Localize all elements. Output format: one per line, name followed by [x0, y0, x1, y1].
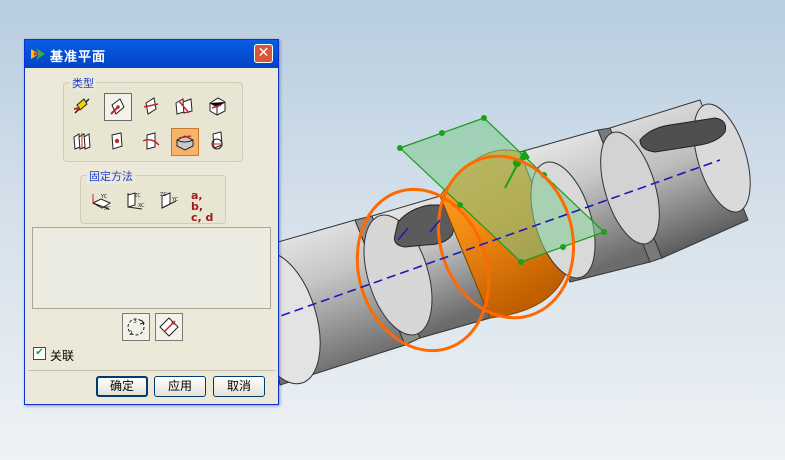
type-on-curve-button[interactable] [138, 128, 166, 156]
dialog-title: 基准平面 [50, 50, 107, 65]
apply-button[interactable]: 应用 [154, 376, 206, 397]
svg-text:YC: YC [100, 194, 108, 200]
close-icon: ✕ [257, 45, 270, 61]
tangent-plane-icon [209, 97, 226, 116]
cycle-solutions-icon: 3 2 [127, 318, 145, 337]
cancel-button[interactable]: 取消 [213, 376, 265, 397]
plane-on-curve-icon [142, 132, 160, 150]
point-direction-plane-icon [110, 98, 125, 115]
type-tangent-face-button[interactable] [171, 128, 199, 156]
nx-logo-icon [31, 48, 45, 60]
plane-at-distance-icon [143, 97, 159, 115]
fixed-yc-xc-button[interactable]: YC XC [87, 188, 115, 216]
svg-text:3: 3 [133, 318, 137, 325]
associative-label: 关联 [50, 349, 75, 363]
inferred-plane-icon [73, 98, 90, 114]
selection-list[interactable] [32, 227, 271, 309]
fixed-method-group: 固定方法 YC XC ZC XC ZC YC a, b, c, d [80, 168, 226, 224]
fixed-zc-xc-button[interactable]: ZC XC [121, 188, 149, 216]
associative-checkbox[interactable]: ✔ [33, 347, 46, 360]
separator [28, 370, 275, 371]
type-through-point-button[interactable] [104, 128, 132, 156]
svg-text:ZC: ZC [134, 193, 141, 199]
close-button[interactable]: ✕ [254, 44, 273, 63]
type-group: 类型 [63, 75, 243, 162]
fixed-zc-yc-button[interactable]: ZC YC [155, 188, 183, 216]
svg-text:ZC: ZC [160, 192, 167, 198]
through-point-plane-icon [111, 132, 123, 150]
type-through-object-button[interactable] [204, 128, 232, 156]
cycle-solutions-button[interactable]: 3 2 [122, 313, 150, 341]
type-inferred-button[interactable] [69, 93, 97, 121]
plane-through-object-icon [211, 131, 223, 150]
type-bisector-button[interactable] [69, 128, 97, 156]
type-tangent-button[interactable] [204, 93, 232, 121]
yc-xc-plane-icon: YC XC [91, 194, 112, 211]
bisector-plane-icon [73, 133, 91, 150]
datum-plane-dialog: 基准平面 ✕ 类型 固定方法 YC XC ZC XC ZC YC a, b, c… [24, 39, 279, 405]
plane-at-angle-icon [175, 98, 193, 115]
ok-button[interactable]: 确定 [96, 376, 148, 397]
fixed-method-group-label: 固定方法 [87, 168, 135, 184]
reverse-normal-icon [159, 317, 179, 337]
svg-text:XC: XC [138, 203, 145, 209]
type-point-direction-button[interactable] [104, 93, 132, 121]
type-group-label: 类型 [70, 75, 96, 91]
type-at-distance-button[interactable] [138, 93, 166, 121]
svg-text:YC: YC [171, 197, 179, 203]
plane-tangent-to-face-icon [176, 135, 194, 151]
dialog-titlebar[interactable]: 基准平面 ✕ [25, 40, 278, 68]
zc-xc-plane-icon: ZC XC [127, 192, 145, 210]
coefficients-plane-icon: a, b, c, d [191, 189, 214, 224]
reverse-normal-button[interactable] [155, 313, 183, 341]
type-at-angle-button[interactable] [171, 93, 199, 121]
svg-text:2: 2 [129, 330, 133, 337]
fixed-coefficients-button[interactable]: a, b, c, d [189, 188, 217, 223]
zc-yc-plane-icon: ZC YC [160, 192, 179, 209]
svg-text:XC: XC [104, 206, 111, 211]
